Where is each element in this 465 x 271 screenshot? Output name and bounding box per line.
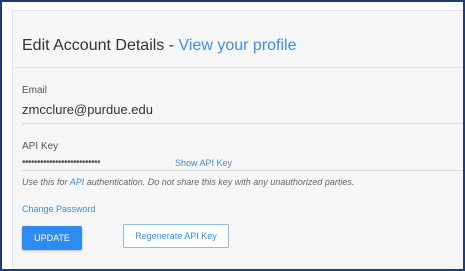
regenerate-api-key-button[interactable]: Regenerate API Key [123,224,229,248]
change-password-link[interactable]: Change Password [22,204,96,214]
update-button[interactable]: UPDATE [22,226,82,250]
api-key-hint: Use this for API authentication. Do not … [22,177,354,187]
email-divider [22,123,463,124]
api-key-label: API Key [22,141,59,152]
api-docs-link[interactable]: API [70,177,85,187]
hint-text-after: authentication. Do not share this key wi… [84,177,355,187]
title-text: Edit Account Details [22,37,165,54]
email-value: zmcclure@purdue.edu [22,102,153,117]
page-title: Edit Account Details - View your profile [22,37,297,55]
view-profile-link[interactable]: View your profile [179,37,297,54]
account-details-panel: Edit Account Details - View your profile… [12,10,463,269]
title-separator: - [164,37,179,54]
panel-header: Edit Account Details - View your profile [13,11,463,68]
hint-text-before: Use this for [22,177,70,187]
api-key-masked-value: •••••••••••••••••••••••••• [22,157,101,168]
screenshot-frame: Edit Account Details - View your profile… [0,0,465,271]
show-api-key-link[interactable]: Show API Key [175,158,232,168]
email-label: Email [22,85,48,96]
api-key-divider [22,170,463,171]
